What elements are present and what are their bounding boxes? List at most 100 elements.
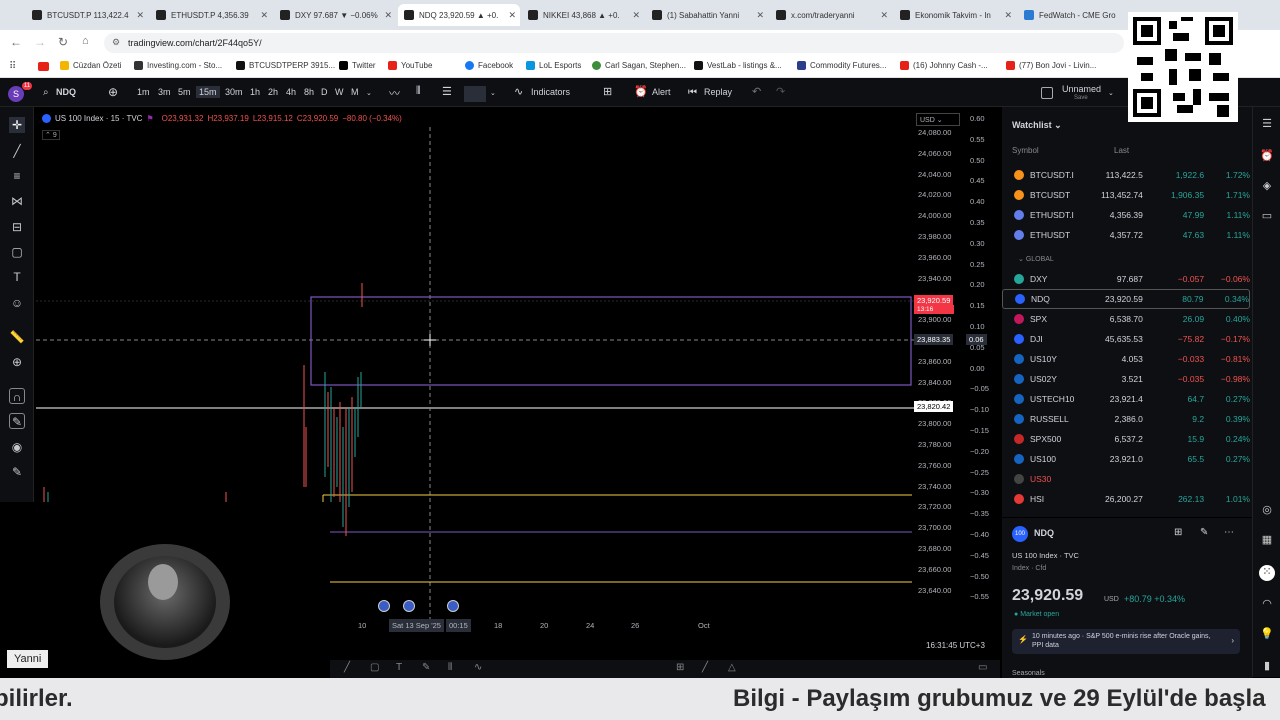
watchlist-row-ethusdti[interactable]: ETHUSDT.I 4,356.39 47.99 1.11% bbox=[1002, 205, 1250, 225]
zoom-icon[interactable]: ⊕ bbox=[9, 354, 25, 370]
news-item[interactable]: ⚡ 10 minutes ago · S&P 500 e-minis rise … bbox=[1012, 629, 1240, 654]
alerts-icon[interactable]: ⏰ bbox=[1259, 149, 1275, 165]
search-icon[interactable]: ⌕ bbox=[43, 87, 49, 98]
bookmark-item[interactable]: (77) Bon Jovi - Livin... bbox=[1006, 61, 1096, 70]
interval-m[interactable]: M bbox=[351, 87, 359, 97]
interval-4h[interactable]: 4h bbox=[286, 87, 296, 97]
close-icon[interactable]: ✕ bbox=[880, 10, 888, 21]
watchlist-row-spx500[interactable]: SPX500 6,537.2 15.9 0.24% bbox=[1002, 429, 1250, 449]
ruler-icon[interactable]: 📏 bbox=[9, 329, 25, 345]
close-icon[interactable]: ✕ bbox=[260, 10, 268, 21]
column-last[interactable]: Last bbox=[1114, 146, 1129, 155]
back-icon[interactable]: ← bbox=[10, 35, 22, 49]
section-global[interactable]: ⌄ GLOBAL bbox=[1018, 255, 1054, 263]
symbol-search[interactable]: NDQ bbox=[56, 87, 76, 97]
watchlist-row-russell[interactable]: RUSSELL 2,386.0 9.2 0.39% bbox=[1002, 409, 1250, 429]
undo-icon[interactable]: ↶ bbox=[752, 85, 761, 98]
interval-8h[interactable]: 8h bbox=[304, 87, 314, 97]
bookmark-item[interactable]: VestLab - listings &... bbox=[694, 61, 782, 70]
bookmark-item[interactable]: LoL Esports bbox=[526, 61, 581, 70]
bookmark-item[interactable]: Investing.com - Sto... bbox=[134, 61, 222, 70]
tab-btcusdt[interactable]: BTCUSDT.P 113,422.4 ✕ bbox=[26, 4, 148, 26]
close-icon[interactable]: ✕ bbox=[384, 10, 392, 21]
youtube-icon[interactable] bbox=[38, 62, 49, 71]
grid-dots-icon[interactable]: ⁙ bbox=[1259, 565, 1275, 581]
detail-name[interactable]: US 100 Index · TVC bbox=[1012, 551, 1079, 560]
event-flag-icon[interactable] bbox=[447, 600, 459, 612]
tab-investing[interactable]: Ekonomik Takvim - In ✕ bbox=[894, 4, 1016, 26]
bookmark-item[interactable]: Cüzdan Özeti bbox=[60, 61, 121, 70]
candles-icon[interactable] bbox=[464, 86, 486, 102]
tab-ethusdt[interactable]: ETHUSDT.P 4,356.39 ✕ bbox=[150, 4, 272, 26]
tool-icon[interactable]: ╱ bbox=[344, 662, 350, 673]
alert-icon[interactable]: ⏰ bbox=[634, 85, 648, 98]
trendline-icon[interactable]: ╱ bbox=[9, 143, 25, 159]
bookmark-item[interactable]: Twitter bbox=[339, 61, 376, 70]
close-icon[interactable]: ✕ bbox=[1004, 10, 1012, 21]
alert-button[interactable]: Alert bbox=[652, 87, 671, 97]
tab-fedwatch[interactable]: FedWatch - CME Gro bbox=[1018, 4, 1128, 26]
apps-icon[interactable]: ⠿ bbox=[9, 61, 16, 72]
close-icon[interactable]: ✕ bbox=[508, 10, 516, 21]
watchlist-row-spx[interactable]: SPX 6,538.70 26.09 0.40% bbox=[1002, 309, 1250, 329]
feed-icon[interactable]: ◠ bbox=[1259, 597, 1275, 613]
rectangle-zone[interactable] bbox=[310, 296, 912, 386]
interval-30m[interactable]: 30m bbox=[225, 87, 243, 97]
tab-ndq[interactable]: NDQ 23,920.59 ▲ +0. ✕ bbox=[398, 4, 520, 26]
watchlist-row-hsi[interactable]: HSI 26,200.27 262.13 1.01% bbox=[1002, 489, 1250, 509]
watchlist-row-us10y[interactable]: US10Y 4.053 −0.033 −0.81% bbox=[1002, 349, 1250, 369]
watchlist-row-ustech10[interactable]: USTECH10 23,921.4 64.7 0.27% bbox=[1002, 389, 1250, 409]
list-icon[interactable]: ☰ bbox=[442, 85, 452, 98]
forecast-icon[interactable]: ⊟ bbox=[9, 219, 25, 235]
tool-icon[interactable]: ╱ bbox=[702, 662, 708, 673]
tool-icon[interactable]: ▭ bbox=[978, 662, 987, 673]
bookmark-item[interactable]: Commodity Futures... bbox=[797, 61, 886, 70]
tool-icon[interactable]: T bbox=[396, 662, 402, 673]
price-axis[interactable]: USD ⌄ 24,080.00 24,060.00 24,040.00 24,020.… bbox=[914, 107, 1000, 650]
layout-name[interactable]: Unnamed bbox=[1062, 84, 1101, 94]
watchlist-title[interactable]: Watchlist ⌄ bbox=[1012, 120, 1062, 131]
watchlist-row-btcusdti[interactable]: BTCUSDT.I 113,422.5 1,922.6 1.72% bbox=[1002, 165, 1250, 185]
event-flag-icon[interactable] bbox=[378, 600, 390, 612]
tab-x-url[interactable]: x.com/traderyanni ✕ bbox=[770, 4, 892, 26]
watchlist-icon[interactable]: ☰ bbox=[1259, 117, 1275, 133]
seasonals-label[interactable]: Seasonals bbox=[1012, 670, 1045, 677]
watchlist-row-ndq[interactable]: NDQ 23,920.59 80.79 0.34% bbox=[1002, 289, 1250, 309]
interval-15m[interactable]: 15m bbox=[196, 86, 220, 98]
fib-icon[interactable]: ≡ bbox=[9, 168, 25, 184]
close-icon[interactable]: ✕ bbox=[632, 10, 640, 21]
watchlist-row-ethusdt[interactable]: ETHUSDT 4,357.72 47.63 1.11% bbox=[1002, 225, 1250, 245]
interval-1m[interactable]: 1m bbox=[137, 87, 150, 97]
watchlist-row-us30[interactable]: US30 bbox=[1002, 469, 1250, 489]
edit-icon[interactable]: ✎ bbox=[1200, 527, 1208, 538]
interval-w[interactable]: W bbox=[335, 87, 344, 97]
chevron-down-icon[interactable]: ⌄ bbox=[366, 89, 372, 97]
close-icon[interactable]: ✕ bbox=[136, 10, 144, 21]
target-icon[interactable]: ◎ bbox=[1259, 503, 1275, 519]
bookmark-item[interactable]: BTCUSDTPERP 3915... bbox=[236, 61, 335, 70]
tool-icon[interactable]: ⊞ bbox=[676, 662, 684, 673]
trash-icon[interactable]: ✎ bbox=[9, 464, 25, 480]
watchlist-row-us100[interactable]: US100 23,921.0 65.5 0.27% bbox=[1002, 449, 1250, 469]
lightbulb-icon[interactable]: 💡 bbox=[1259, 627, 1275, 643]
interval-5m[interactable]: 5m bbox=[178, 87, 191, 97]
watchlist-row-dji[interactable]: DJI 45,635.53 −75.82 −0.17% bbox=[1002, 329, 1250, 349]
compare-add-icon[interactable]: ⊕ bbox=[108, 85, 118, 99]
indicator-count[interactable]: ⌃ 9 bbox=[42, 130, 60, 140]
watchlist-row-btcusdt[interactable]: BTCUSDT 113,452.74 1,906.35 1.71% bbox=[1002, 185, 1250, 205]
avatar[interactable]: S bbox=[8, 86, 24, 102]
close-icon[interactable]: ✕ bbox=[756, 10, 764, 21]
forward-icon[interactable]: → bbox=[34, 35, 46, 49]
grid-icon[interactable]: ⊞ bbox=[1174, 527, 1182, 538]
tool-icon[interactable]: ▢ bbox=[370, 662, 379, 673]
column-symbol[interactable]: Symbol bbox=[1012, 146, 1039, 155]
calendar-icon[interactable]: ▦ bbox=[1259, 533, 1275, 549]
tab-x-profile[interactable]: (1) Sabahattin Yanni ✕ bbox=[646, 4, 768, 26]
text-icon[interactable]: T bbox=[9, 269, 25, 285]
more-icon[interactable]: ⋯ bbox=[1224, 527, 1234, 538]
tab-dxy[interactable]: DXY 97.687 ▼ −0.06% ✕ bbox=[274, 4, 396, 26]
tab-nikkei[interactable]: NIKKEI 43,868 ▲ +0. ✕ bbox=[522, 4, 644, 26]
watchlist-row-us02y[interactable]: US02Y 3.521 −0.035 −0.98% bbox=[1002, 369, 1250, 389]
layout-icon[interactable] bbox=[1041, 87, 1053, 99]
interval-1h[interactable]: 1h bbox=[250, 87, 260, 97]
